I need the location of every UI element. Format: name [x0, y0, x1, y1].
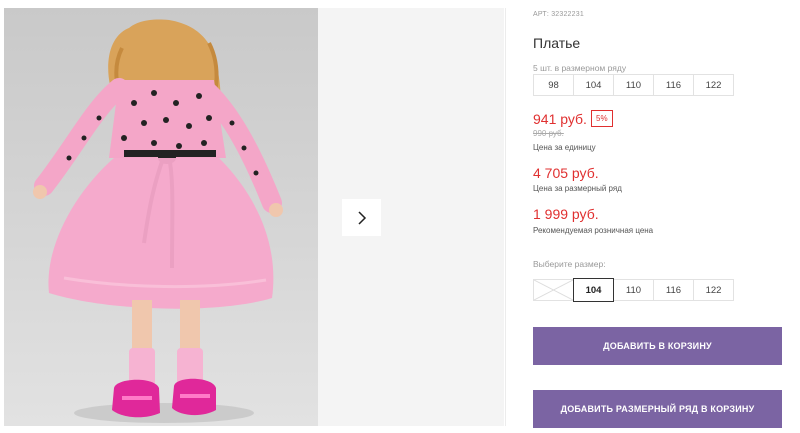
size-option-unavailable [533, 279, 574, 301]
series-label: 5 шт. в размерном ряду [533, 63, 627, 73]
old-price: 990 руб. [533, 129, 564, 138]
series-size-110: 110 [613, 74, 654, 96]
size-selector: 104 110 116 122 [533, 278, 734, 302]
chevron-right-icon [357, 210, 366, 225]
retail-price: 1 999 руб. [533, 206, 599, 222]
column-divider [505, 8, 506, 426]
unavailable-cross-icon [534, 280, 573, 300]
series-size-122: 122 [693, 74, 734, 96]
choose-size-label: Выберите размер: [533, 259, 606, 269]
size-option-122[interactable]: 122 [693, 279, 734, 301]
series-size-98: 98 [533, 74, 574, 96]
gallery-next-button[interactable] [342, 199, 381, 236]
series-size-116: 116 [653, 74, 694, 96]
size-option-110[interactable]: 110 [613, 279, 654, 301]
size-option-116[interactable]: 116 [653, 279, 694, 301]
series-size-104: 104 [573, 74, 614, 96]
retail-price-note: Рекомендуемая розничная цена [533, 226, 654, 235]
add-to-cart-button[interactable]: ДОБАВИТЬ В КОРЗИНУ [533, 327, 782, 365]
product-info: АРТ: 32322231 Платье 5 шт. в размерном р… [533, 0, 783, 433]
add-series-to-cart-button[interactable]: ДОБАВИТЬ РАЗМЕРНЫЙ РЯД В КОРЗИНУ [533, 390, 782, 428]
product-photo-illustration [33, 19, 283, 423]
product-title: Платье [533, 35, 581, 51]
series-price: 4 705 руб. [533, 165, 599, 181]
discount-badge: 5% [591, 110, 613, 127]
product-gallery [4, 8, 504, 426]
product-sku: АРТ: 32322231 [533, 11, 584, 18]
unit-price-note: Цена за единицу [533, 143, 596, 152]
series-price-note: Цена за размерный ряд [533, 184, 622, 193]
size-option-104[interactable]: 104 [573, 278, 614, 302]
unit-price: 941 руб. [533, 111, 587, 127]
product-photo[interactable] [4, 8, 318, 426]
series-size-list: 98 104 110 116 122 [533, 74, 734, 96]
